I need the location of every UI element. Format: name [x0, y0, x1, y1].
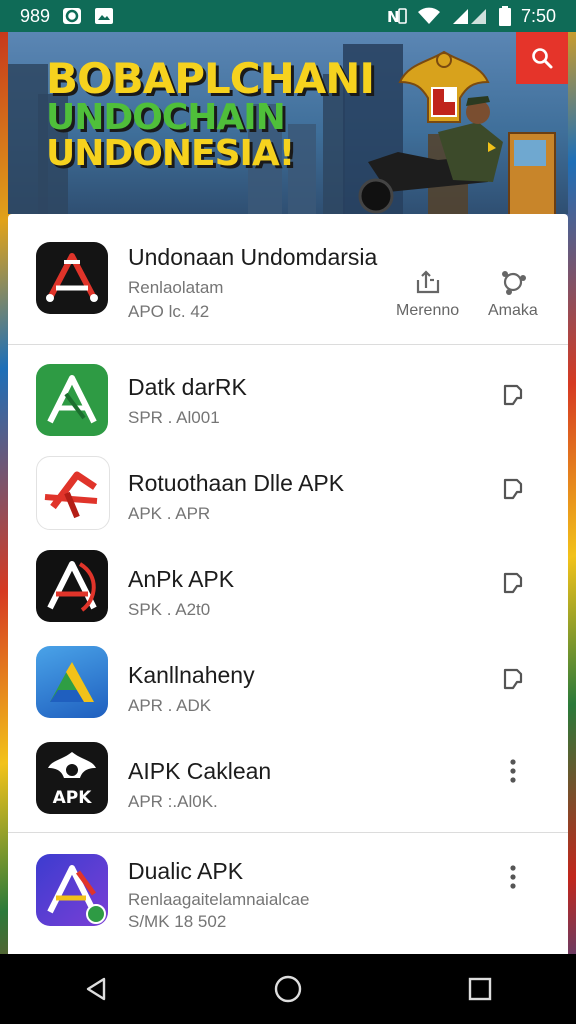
tag-icon [503, 572, 523, 594]
list-item[interactable]: Dualic APK Renlaagaitelamnaialcae S/MK 1… [8, 840, 568, 954]
app-subtitle: Renlaagaitelamnaialcae [128, 890, 310, 909]
featured-app-meta: APO lc. 42 [128, 302, 210, 321]
share-action[interactable]: Merenno [396, 268, 459, 320]
app-name: Dualic APK [128, 858, 244, 884]
app-o-icon [62, 7, 82, 25]
status-time: 7:50 [520, 5, 556, 26]
divider [8, 344, 568, 345]
navigation-bar [0, 954, 576, 1024]
image-icon [94, 7, 114, 25]
app-icon [36, 646, 108, 718]
battery-icon [498, 6, 511, 26]
app-name: Kanllnaheny [128, 662, 255, 688]
network-icon [501, 271, 526, 295]
app-icon [36, 364, 108, 436]
nfc-icon: N [387, 7, 407, 25]
app-meta: S/MK 18 502 [128, 912, 227, 931]
app-subtitle: APK . APR [128, 504, 211, 523]
search-button[interactable] [516, 32, 568, 84]
recents-icon [468, 977, 492, 1001]
banner-line-3: UNDONESIA! [46, 133, 295, 174]
share-icon [416, 270, 439, 294]
list-item[interactable]: APK AIPK Caklean APR :.Al0K. [8, 738, 568, 834]
apk-badge: APK [52, 788, 92, 808]
network-action-label: Amaka [488, 302, 538, 319]
back-icon [86, 977, 106, 1001]
app-name: Datk darRK [128, 374, 247, 400]
more-options-button[interactable] [498, 756, 528, 786]
app-subtitle: SPR . Al001 [128, 408, 220, 427]
featured-app-row[interactable]: Undonaan Undomdarsia Renlaolatam APO lc.… [8, 214, 568, 344]
list-item[interactable]: Datk darRK SPR . Al001 [8, 354, 568, 448]
tag-button[interactable] [498, 380, 528, 410]
app-subtitle: SPK . A2t0 [128, 600, 211, 619]
app-name: AIPK Caklean [128, 758, 272, 784]
list-item[interactable]: Rotuothaan Dlle APK APK . APR [8, 450, 568, 544]
featured-app-name: Undonaan Undomdarsia [128, 244, 378, 270]
more-icon [510, 865, 516, 889]
app-name: AnPk APK [128, 566, 235, 592]
search-icon [532, 48, 553, 69]
app-icon [36, 550, 108, 622]
app-icon: APK [36, 742, 108, 814]
featured-app-icon [36, 242, 108, 314]
home-button[interactable] [258, 959, 318, 1019]
divider [8, 832, 568, 833]
home-icon [274, 975, 302, 1003]
app-list-card: Undonaan Undomdarsia Renlaolatam APO lc.… [8, 214, 568, 954]
svg-text:N: N [387, 8, 400, 25]
tag-icon [503, 668, 523, 690]
tag-button[interactable] [498, 474, 528, 504]
banner-title: BOBAPLCHANI UNDOCHAIN UNDONESIA! [46, 54, 375, 174]
list-item[interactable]: Kanllnaheny APR . ADK [8, 642, 568, 736]
status-left-text: 989 [20, 5, 51, 26]
tag-button[interactable] [498, 664, 528, 694]
tag-button[interactable] [498, 568, 528, 598]
more-options-button[interactable] [498, 862, 528, 892]
network-action[interactable]: Amaka [488, 268, 538, 320]
hero-banner: BOBAPLCHANI UNDOCHAIN UNDONESIA! [8, 32, 568, 214]
recents-button[interactable] [450, 959, 510, 1019]
share-action-label: Merenno [396, 302, 460, 319]
banner-line-2: UNDOCHAIN [46, 97, 286, 138]
featured-app-subtitle: Renlaolatam [128, 278, 224, 297]
banner-line-1: BOBAPLCHANI [46, 54, 375, 103]
back-button[interactable] [66, 959, 126, 1019]
tag-icon [503, 478, 523, 500]
app-name: Rotuothaan Dlle APK [128, 470, 345, 496]
signal-icon [451, 7, 489, 25]
tag-icon [503, 384, 523, 406]
list-item[interactable]: AnPk APK SPK . A2t0 [8, 546, 568, 640]
app-icon [36, 456, 110, 530]
more-icon [510, 759, 516, 783]
status-bar: 989 N 7:50 [0, 0, 576, 32]
app-subtitle: APR . ADK [128, 696, 212, 715]
wifi-icon [417, 7, 441, 25]
app-subtitle: APR :.Al0K. [128, 792, 218, 811]
app-icon [36, 854, 108, 926]
